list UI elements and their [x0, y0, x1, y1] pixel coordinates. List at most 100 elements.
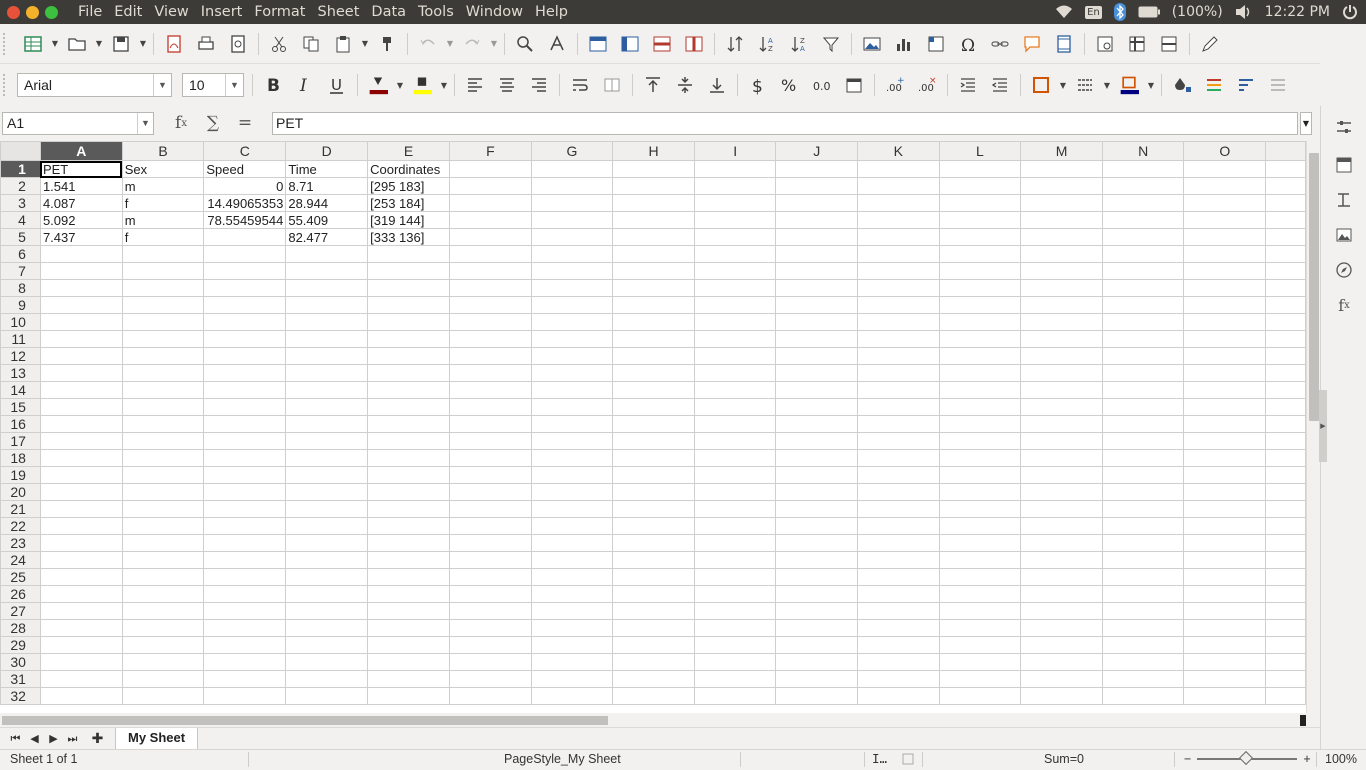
row-header[interactable]: 19: [0, 466, 41, 484]
cell[interactable]: [775, 330, 859, 348]
cell[interactable]: [449, 313, 532, 331]
cell[interactable]: [367, 551, 451, 569]
cell[interactable]: [121, 279, 205, 297]
cell[interactable]: [775, 245, 859, 263]
row-header[interactable]: 32: [0, 687, 41, 705]
cell[interactable]: [530, 279, 614, 297]
zoom-in-button[interactable]: +: [1303, 752, 1310, 766]
cell[interactable]: [693, 432, 777, 450]
cell[interactable]: [693, 568, 777, 586]
cell[interactable]: [1183, 262, 1267, 280]
cell[interactable]: 1.541: [39, 177, 123, 195]
cell[interactable]: [1101, 330, 1185, 348]
cell[interactable]: [1020, 245, 1103, 263]
menu-window[interactable]: Window: [460, 0, 529, 24]
cell[interactable]: [1101, 551, 1185, 569]
cell[interactable]: [1101, 517, 1185, 535]
cell[interactable]: [530, 500, 614, 518]
cell[interactable]: [530, 551, 614, 569]
cell[interactable]: [1020, 381, 1103, 399]
cell[interactable]: [857, 245, 940, 263]
cell[interactable]: [449, 347, 532, 365]
cell[interactable]: [121, 551, 205, 569]
cell[interactable]: 0: [203, 177, 287, 195]
cell[interactable]: [857, 602, 940, 620]
headers-footers-icon[interactable]: [1048, 30, 1080, 58]
cell[interactable]: [1101, 432, 1185, 450]
row-header[interactable]: 27: [0, 602, 41, 620]
cell[interactable]: [1183, 228, 1267, 246]
cell[interactable]: [938, 160, 1022, 178]
cell[interactable]: [693, 398, 777, 416]
cell[interactable]: [367, 432, 451, 450]
insert-mode-icon[interactable]: I…: [872, 750, 887, 768]
cell[interactable]: [285, 551, 369, 569]
cell[interactable]: [367, 585, 451, 603]
cell[interactable]: f: [121, 228, 205, 246]
spreadsheet-grid[interactable]: ABCDEFGHIJKLMNO 1 PET Sex Speed Time Coordina…: [0, 141, 1306, 713]
bluetooth-icon[interactable]: [1113, 3, 1126, 21]
cell[interactable]: [1265, 381, 1306, 399]
cell[interactable]: [39, 687, 123, 705]
cell[interactable]: [1020, 687, 1103, 705]
cell[interactable]: [1020, 432, 1103, 450]
cell[interactable]: [693, 177, 777, 195]
cell[interactable]: Sex: [121, 160, 205, 178]
cell[interactable]: 55.409: [285, 211, 369, 229]
cell[interactable]: [1020, 585, 1103, 603]
cell[interactable]: [367, 313, 451, 331]
cell[interactable]: [938, 687, 1022, 705]
cell[interactable]: [203, 432, 287, 450]
cell[interactable]: [285, 602, 369, 620]
paste-icon[interactable]: [327, 30, 359, 58]
decrease-indent-icon[interactable]: [984, 71, 1016, 99]
cell[interactable]: [285, 585, 369, 603]
highlighting-color-icon[interactable]: [406, 71, 438, 99]
cell[interactable]: [775, 568, 859, 586]
cell[interactable]: [285, 534, 369, 552]
cell[interactable]: [203, 670, 287, 688]
cell[interactable]: [1101, 449, 1185, 467]
name-box[interactable]: A1 ▼: [2, 112, 154, 135]
cell[interactable]: [612, 381, 695, 399]
conditional-format-icon[interactable]: [1166, 71, 1198, 99]
cell[interactable]: [1265, 534, 1306, 552]
column-header-i[interactable]: I: [693, 141, 777, 161]
row-header[interactable]: 10: [0, 313, 41, 331]
cell[interactable]: [530, 313, 614, 331]
align-center-icon[interactable]: [491, 71, 523, 99]
zoom-out-button[interactable]: −: [1184, 752, 1191, 766]
cell[interactable]: [449, 551, 532, 569]
cell[interactable]: [449, 177, 532, 195]
cell[interactable]: [1101, 534, 1185, 552]
cell[interactable]: [1183, 381, 1267, 399]
cell[interactable]: [121, 415, 205, 433]
cell[interactable]: [530, 330, 614, 348]
power-icon[interactable]: [1342, 4, 1358, 20]
cell[interactable]: [203, 585, 287, 603]
cell[interactable]: [693, 619, 777, 637]
cell[interactable]: [938, 534, 1022, 552]
cell[interactable]: [775, 653, 859, 671]
delete-decimal-icon[interactable]: .00 ×: [911, 71, 943, 99]
cell[interactable]: 14.49065353: [203, 194, 287, 212]
align-left-icon[interactable]: [459, 71, 491, 99]
cell[interactable]: [530, 619, 614, 637]
sort-icon[interactable]: [719, 30, 751, 58]
cell[interactable]: [203, 313, 287, 331]
new-dropdown-icon[interactable]: ▼: [49, 30, 61, 58]
cell[interactable]: [938, 245, 1022, 263]
cell[interactable]: [612, 262, 695, 280]
cell[interactable]: [530, 398, 614, 416]
cell[interactable]: [612, 585, 695, 603]
cell[interactable]: [938, 517, 1022, 535]
cell[interactable]: [1265, 636, 1306, 654]
cell[interactable]: [39, 670, 123, 688]
row-header[interactable]: 25: [0, 568, 41, 586]
cell[interactable]: [693, 279, 777, 297]
cell[interactable]: [938, 415, 1022, 433]
cell[interactable]: [449, 296, 532, 314]
cell[interactable]: [285, 347, 369, 365]
cell[interactable]: [203, 653, 287, 671]
redo-icon[interactable]: [456, 30, 488, 58]
